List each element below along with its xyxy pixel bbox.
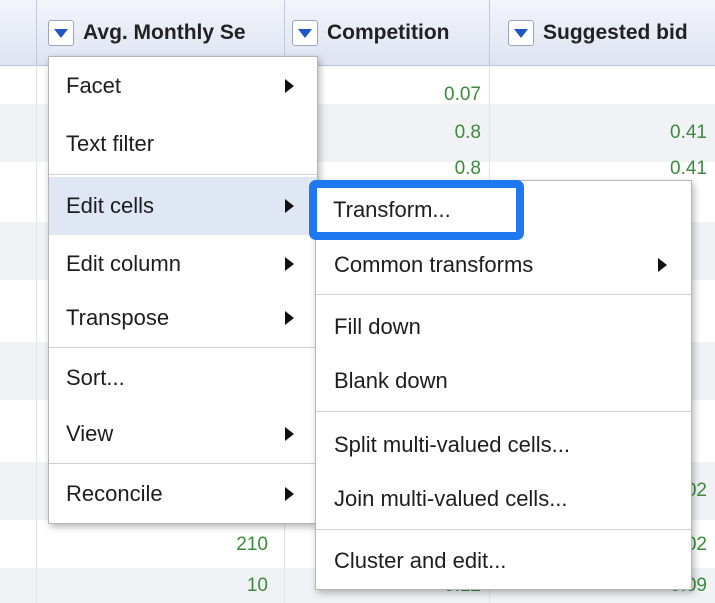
triangle-right-icon bbox=[285, 311, 294, 325]
menu-item-fill-down[interactable]: Fill down bbox=[316, 299, 691, 355]
chevron-down-icon bbox=[54, 28, 68, 38]
menu-item-sort[interactable]: Sort... bbox=[49, 349, 317, 407]
cell-avg-monthly-searches[interactable]: 10 bbox=[40, 568, 284, 603]
triangle-right-icon bbox=[658, 258, 667, 272]
menu-item-label: Fill down bbox=[334, 314, 421, 339]
column-header-competition[interactable]: Competition bbox=[292, 0, 488, 66]
triangle-right-icon bbox=[285, 427, 294, 441]
triangle-right-icon bbox=[285, 257, 294, 271]
transform-highlight[interactable]: Transform... bbox=[309, 180, 524, 240]
menu-item-label: Edit column bbox=[66, 251, 181, 276]
menu-item-label: View bbox=[66, 421, 114, 446]
menu-item-common-transforms[interactable]: Common transforms bbox=[316, 237, 691, 293]
column-divider bbox=[36, 66, 37, 603]
menu-item-label: Blank down bbox=[334, 368, 448, 393]
menu-item-join-multi-valued-cells[interactable]: Join multi-valued cells... bbox=[316, 471, 691, 527]
column-menu-button[interactable] bbox=[508, 20, 534, 46]
menu-item-label: Common transforms bbox=[334, 252, 534, 277]
menu-item-view[interactable]: View bbox=[49, 405, 317, 463]
menu-item-label: Transform... bbox=[333, 197, 451, 222]
menu-item-text-filter[interactable]: Text filter bbox=[49, 115, 317, 173]
menu-item-label: Split multi-valued cells... bbox=[334, 432, 570, 457]
triangle-right-icon bbox=[285, 199, 294, 213]
chevron-down-icon bbox=[514, 28, 528, 38]
column-menu-button[interactable] bbox=[292, 20, 318, 46]
column-header-label: Competition bbox=[327, 21, 450, 44]
menu-item-facet[interactable]: Facet bbox=[49, 57, 317, 115]
edit-cells-submenu: Transform... Common transforms Fill down… bbox=[315, 180, 692, 590]
column-menu-button[interactable] bbox=[48, 20, 74, 46]
menu-item-edit-cells[interactable]: Edit cells bbox=[49, 177, 317, 235]
menu-item-blank-down[interactable]: Blank down bbox=[316, 353, 691, 409]
menu-separator bbox=[49, 174, 317, 175]
column-header-label: Avg. Monthly Se bbox=[83, 21, 246, 44]
menu-item-label: Text filter bbox=[66, 131, 155, 156]
cell-avg-monthly-searches[interactable]: 210 bbox=[40, 522, 284, 568]
column-header-label: Suggested bid bbox=[543, 21, 688, 44]
menu-item-reconcile[interactable]: Reconcile bbox=[49, 465, 317, 523]
menu-item-label: Reconcile bbox=[66, 481, 163, 506]
triangle-right-icon bbox=[285, 79, 294, 93]
menu-item-label: Join multi-valued cells... bbox=[334, 486, 568, 511]
column-separator bbox=[36, 0, 37, 66]
menu-item-label: Cluster and edit... bbox=[334, 548, 507, 573]
menu-separator bbox=[49, 347, 317, 348]
menu-item-label: Transpose bbox=[66, 305, 170, 330]
column-dropdown-menu: Facet Text filter Edit cells Edit column… bbox=[48, 56, 318, 524]
menu-separator bbox=[49, 463, 317, 464]
menu-item-label: Facet bbox=[66, 73, 122, 98]
menu-item-label: Edit cells bbox=[66, 193, 155, 218]
triangle-right-icon bbox=[285, 487, 294, 501]
menu-item-transform-highlighted[interactable]: Transform... bbox=[317, 188, 516, 232]
menu-item-label: Sort... bbox=[66, 365, 125, 390]
menu-item-edit-column[interactable]: Edit column bbox=[49, 235, 317, 293]
column-separator bbox=[489, 0, 490, 66]
column-header-suggested-bid[interactable]: Suggested bid bbox=[508, 0, 715, 66]
menu-item-cluster-and-edit[interactable]: Cluster and edit... bbox=[316, 533, 691, 589]
menu-separator bbox=[316, 294, 691, 295]
menu-item-split-multi-valued-cells[interactable]: Split multi-valued cells... bbox=[316, 417, 691, 473]
menu-item-transpose[interactable]: Transpose bbox=[49, 289, 317, 347]
menu-separator bbox=[316, 529, 691, 530]
menu-separator bbox=[316, 411, 691, 412]
chevron-down-icon bbox=[298, 28, 312, 38]
